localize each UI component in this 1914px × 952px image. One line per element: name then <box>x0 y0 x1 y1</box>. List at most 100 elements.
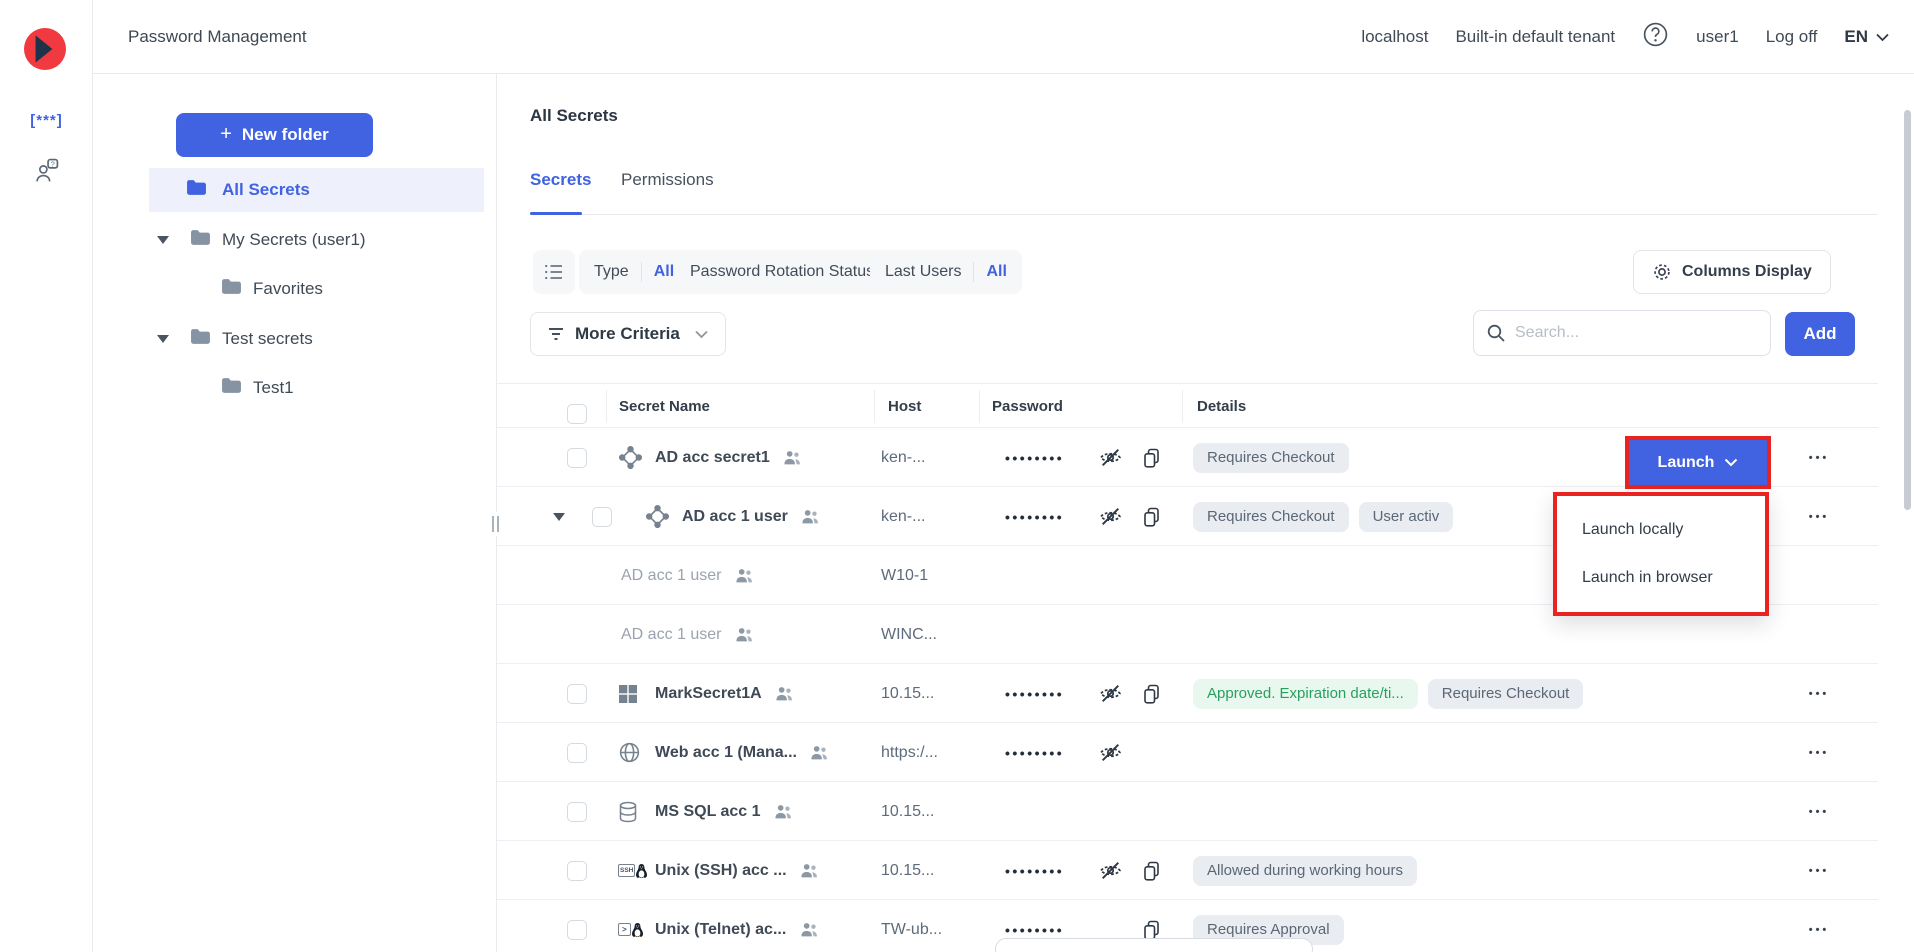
select-all-checkbox[interactable] <box>567 404 587 424</box>
host-cell: W10-1 <box>881 546 928 605</box>
panel-resize-handle[interactable] <box>489 512 501 536</box>
secret-name-cell: AD acc 1 user <box>682 487 820 546</box>
secret-name[interactable]: MarkSecret1A <box>655 685 794 703</box>
add-button[interactable]: Add <box>1785 312 1855 356</box>
row-actions-menu[interactable]: ••• <box>1797 487 1841 546</box>
filter-type[interactable]: TypeAll <box>579 250 689 294</box>
row-checkbox[interactable] <box>567 684 587 704</box>
details-cell: Requires Checkout User activ <box>1193 487 1453 546</box>
row-checkbox[interactable] <box>567 743 587 763</box>
masked-password: •••••••• <box>1005 686 1064 702</box>
vertical-scrollbar-thumb[interactable] <box>1904 110 1911 510</box>
row-checkbox-cell <box>567 900 587 952</box>
tree-expander-icon[interactable] <box>157 236 169 244</box>
help-icon[interactable] <box>1642 21 1669 53</box>
launch-dropdown-menu: Launch locally Launch in browser <box>1553 492 1769 616</box>
shared-users-icon <box>735 567 754 584</box>
status-badge: Requires Checkout <box>1428 679 1584 709</box>
filter-label: Password Rotation Status <box>690 263 874 281</box>
sidebar-item-my-secrets-user1[interactable]: My Secrets (user1) <box>93 218 485 262</box>
secret-type-icon-cell <box>645 487 670 546</box>
search-input[interactable] <box>1515 324 1735 342</box>
copy-password-icon[interactable] <box>1141 428 1163 487</box>
svg-text:?: ? <box>51 159 55 168</box>
password-vault-icon[interactable]: [***] <box>0 112 93 129</box>
logoff-button[interactable]: Log off <box>1766 27 1818 47</box>
brand-chevron-icon <box>24 28 66 70</box>
password-management-app: [***] ? Password Management localhost Bu… <box>0 0 1914 952</box>
row-expander-icon[interactable] <box>553 487 565 546</box>
current-user[interactable]: user1 <box>1696 27 1739 47</box>
ssh-protocol-icon: SSH <box>618 863 648 879</box>
language-selector[interactable]: EN <box>1844 27 1890 47</box>
tab-permissions[interactable]: Permissions <box>621 170 714 190</box>
more-criteria-button[interactable]: More Criteria <box>530 312 726 356</box>
col-password: Password <box>992 384 1063 429</box>
tab-secrets[interactable]: Secrets <box>530 170 591 190</box>
secret-name[interactable]: Web acc 1 (Mana... <box>655 744 829 762</box>
row-actions-menu[interactable]: ••• <box>1797 900 1841 952</box>
row-checkbox[interactable] <box>567 802 587 822</box>
secret-name[interactable]: AD acc secret1 <box>655 449 802 467</box>
secret-name[interactable]: AD acc 1 user <box>621 626 754 644</box>
table-row: SSHUnix (SSH) acc ... 10.15...••••••••Al… <box>497 841 1878 900</box>
masked-password: •••••••• <box>1005 922 1064 938</box>
copy-password-icon[interactable] <box>1141 841 1163 900</box>
sidebar-item-test1[interactable]: Test1 <box>93 366 485 410</box>
launch-button[interactable]: Launch <box>1629 440 1767 485</box>
reveal-password-icon[interactable] <box>1098 487 1123 546</box>
row-actions-menu[interactable]: ••• <box>1797 841 1841 900</box>
folder-icon <box>186 179 207 201</box>
status-badge: User activ <box>1359 502 1454 532</box>
reveal-password-icon[interactable] <box>1098 428 1123 487</box>
tree-expander-icon[interactable] <box>157 335 169 343</box>
row-actions-menu[interactable]: ••• <box>1797 664 1841 723</box>
sidebar-item-all-secrets[interactable]: All Secrets <box>149 168 484 212</box>
folder-icon <box>221 377 242 399</box>
shared-users-icon <box>810 744 829 761</box>
sidebar-item-favorites[interactable]: Favorites <box>93 267 485 311</box>
copy-password-icon[interactable] <box>1141 664 1163 723</box>
row-checkbox-cell <box>567 782 587 841</box>
folder-label: Test secrets <box>222 329 313 349</box>
folder-tree-panel: + New folder All Secrets My Secrets (user… <box>93 74 497 952</box>
status-badge: Requires Checkout <box>1193 502 1349 532</box>
sidebar-item-test-secrets[interactable]: Test secrets <box>93 317 485 361</box>
folder-label: My Secrets (user1) <box>222 230 366 250</box>
columns-display-button[interactable]: Columns Display <box>1633 250 1831 294</box>
reveal-password-icon[interactable] <box>1098 664 1123 723</box>
secret-name[interactable]: Unix (Telnet) ac... <box>655 921 819 939</box>
secret-name[interactable]: AD acc 1 user <box>682 508 820 526</box>
folder-icon <box>190 229 211 251</box>
secret-type-icon-cell <box>618 782 638 841</box>
menu-item-launch-in-browser[interactable]: Launch in browser <box>1557 563 1765 593</box>
row-checkbox[interactable] <box>567 861 587 881</box>
copy-password-icon[interactable] <box>1141 487 1163 546</box>
secret-name[interactable]: MS SQL acc 1 <box>655 803 793 821</box>
linux-penguin-icon <box>635 863 648 879</box>
row-actions-menu[interactable]: ••• <box>1797 782 1841 841</box>
row-checkbox[interactable] <box>567 920 587 940</box>
status-badge: Allowed during working hours <box>1193 856 1417 886</box>
row-checkbox[interactable] <box>592 507 612 527</box>
reveal-password-icon[interactable] <box>1098 723 1123 782</box>
user-discovery-icon[interactable]: ? <box>0 158 93 190</box>
menu-item-launch-locally[interactable]: Launch locally <box>1557 515 1765 545</box>
row-actions-menu[interactable]: ••• <box>1797 428 1841 487</box>
filter-last-users[interactable]: Last UsersAll <box>870 250 1022 294</box>
chevron-down-icon <box>1724 458 1738 467</box>
secret-name[interactable]: Unix (SSH) acc ... <box>655 862 819 880</box>
left-rail: [***] ? <box>0 0 93 952</box>
secret-name-cell: AD acc 1 user <box>621 546 754 605</box>
brand-logo[interactable] <box>24 28 66 70</box>
reveal-password-icon[interactable] <box>1098 841 1123 900</box>
list-view-icon[interactable] <box>533 250 575 294</box>
password-cell: •••••••• <box>1005 841 1064 900</box>
new-folder-button[interactable]: + New folder <box>176 113 373 157</box>
row-checkbox[interactable] <box>567 448 587 468</box>
chevron-down-icon <box>1875 33 1890 42</box>
secret-name[interactable]: AD acc 1 user <box>621 567 754 585</box>
row-actions-menu[interactable]: ••• <box>1797 723 1841 782</box>
horizontal-scrollbar-thumb[interactable] <box>995 938 1313 952</box>
filter-label: Last Users <box>885 263 961 281</box>
